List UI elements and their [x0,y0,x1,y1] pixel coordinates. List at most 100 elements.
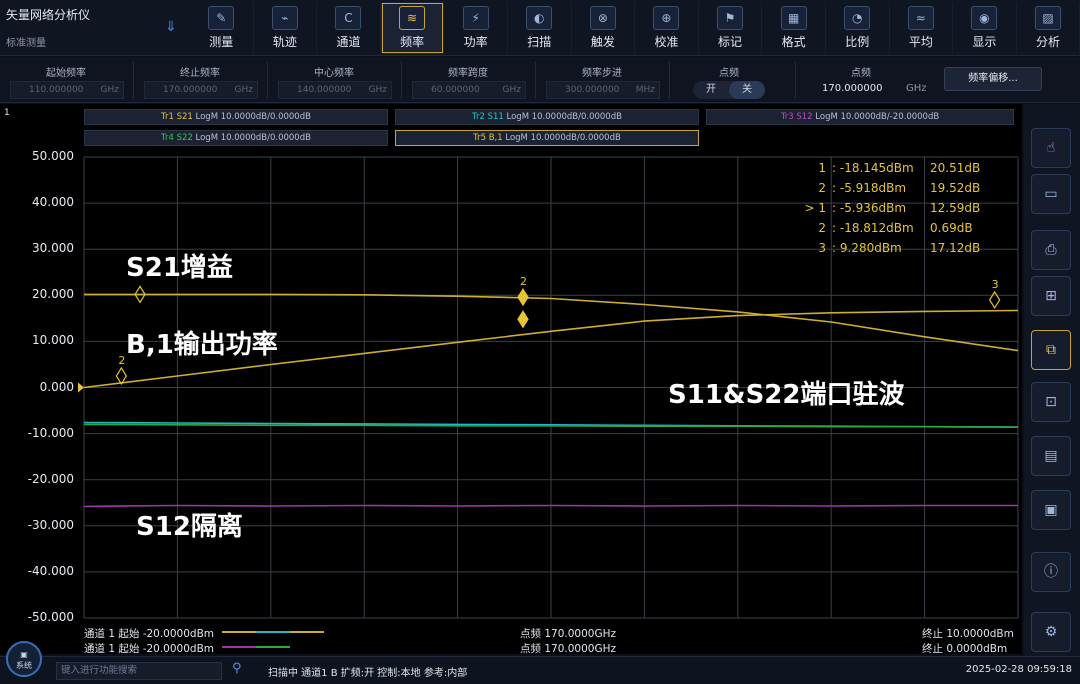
marker-db: 19.52dB [930,181,981,195]
y-tick-label: -40.000 [27,563,74,578]
toolbar-button-channel[interactable]: C 通道 [317,2,381,54]
function-search-input[interactable]: 键入进行功能搜索 [56,662,222,680]
cw-toggle[interactable]: 开 关 [693,81,765,99]
trace-tr4[interactable]: Tr4 S22 LogM 10.0000dB/0.0000dB [84,130,388,146]
trace-tr4-label: Tr4 S22 LogM 10.0000dB/0.0000dB [161,133,311,143]
start-freq-label: 起始频率 [46,68,86,79]
marker-flag-label: 2 [520,275,527,288]
window-index: 1 [4,108,10,118]
channel-row1-cw: 点频 170.0000GHz [520,628,616,640]
print-icon[interactable]: ⎙ [1031,230,1071,270]
datetime: 2025-02-28 09:59:18 [965,664,1072,675]
toolbar-button-label: 功率 [463,35,488,49]
trace-tr3[interactable]: Tr3 S12 LogM 10.0000dB/-20.0000dB [706,109,1014,125]
touch-icon[interactable]: ☝ [1031,128,1071,168]
parameter-bar: 起始频率 110.000000 GHz 终止频率 170.000000 GHz 中心… [0,57,1080,103]
marker-id: 3 [818,241,826,255]
marker-table: 1: -18.145dBm 20.51dB 2: -5.918dBm 19.52dB >… [800,158,990,258]
marker-diamond[interactable] [115,366,128,386]
toolbar-button-label: 通道 [336,35,361,49]
collapse-chevron-icon[interactable]: ⇓ [162,14,180,40]
channel-icon: C [335,6,362,30]
y-tick-label: 40.000 [32,195,74,210]
preset-icon[interactable]: ⊡ [1031,382,1071,422]
toolbar-button-analysis[interactable]: ▨ 分析 [1017,2,1080,54]
analysis-icon: ▨ [1035,6,1062,30]
stop-freq-unit: GHz [234,85,253,95]
center-freq-field[interactable]: 中心频率 140.000000 GHz [268,57,400,103]
channel-row2-start: 通道 1 起始 -20.0000dBm [84,643,214,655]
step-field[interactable]: 频率步进 300.000000 MHz [536,57,668,103]
toolbar-button-measure[interactable]: ✎ 测量 [190,2,254,54]
span-label: 频率跨度 [448,68,488,79]
center-freq-label: 中心频率 [314,68,354,79]
toolbar-button-label: 显示 [972,35,997,49]
cw-freq-field[interactable]: 点频 [796,57,926,103]
toolbar-button-average[interactable]: ≈ 平均 [890,2,954,54]
y-tick-label: 0.000 [39,379,74,394]
marker-db: 20.51dB [930,161,981,175]
legend-swatch-b1 [290,631,324,633]
config-icon[interactable]: ▣ [1031,490,1071,530]
toolbar-button-power[interactable]: ⚡ 功率 [444,2,508,54]
y-tick-label: -10.000 [27,425,74,440]
marker-value: : -5.936dBm [832,201,907,215]
y-tick-label: 10.000 [32,333,74,348]
marker-diamond[interactable] [517,288,529,307]
trace-tr2[interactable]: Tr2 S11 LogM 10.0000dB/0.0000dB [395,109,699,125]
stop-freq-field[interactable]: 终止频率 170.000000 GHz [134,57,266,103]
marker-icon: ⚑ [717,6,744,30]
marker-diamond[interactable] [988,290,1001,310]
marker-flag-label: 3 [992,278,999,291]
recall-icon[interactable]: ⧉ [1031,330,1071,370]
trace-tr1[interactable]: Tr1 S21 LogM 10.0000dB/0.0000dB [84,109,388,125]
step-value: 300.000000 [565,85,620,95]
toolbar-button-trace[interactable]: ⌁ 轨迹 [254,2,318,54]
span-field[interactable]: 频率跨度 60.000000 GHz [402,57,534,103]
toolbar-button-marker[interactable]: ⚑ 标记 [699,2,763,54]
toolbar-button-sweep[interactable]: ◐ 扫描 [508,2,572,54]
annotation-s11-s22: S11&S22端口驻波 [668,380,905,410]
toolbar-button-label: 校准 [654,35,679,49]
center-freq-unit: GHz [368,85,387,95]
save-icon[interactable]: ⊞ [1031,276,1071,316]
scpi-icon[interactable]: ▭ [1031,174,1071,214]
toolbar-button-display[interactable]: ◉ 显示 [953,2,1017,54]
marker-flag-label: 2 [118,354,125,367]
right-toolbar: ☝ ▭ ⎙ ⊞ ⧉ ⊡ ▤ ▣ ⓘ ⚙ [1024,104,1080,660]
status-text: 扫描中 通道1 B 扩频:开 控制:本地 参考:内部 [268,668,468,679]
toolbar-button-calibrate[interactable]: ⊕ 校准 [635,2,699,54]
start-freq-value: 110.000000 [29,85,84,95]
stop-freq-value: 170.000000 [163,85,218,95]
marker-row: 3: 9.280dBm 17.12dB [800,238,990,258]
y-tick-label: -50.000 [27,610,74,624]
cw-toggle-off[interactable]: 关 [729,81,765,99]
y-tick-label: -20.000 [27,471,74,486]
toolbar-button-scale[interactable]: ◔ 比例 [826,2,890,54]
cw-toggle-on[interactable]: 开 [693,81,729,99]
system-button[interactable]: ▣ 系统 [6,641,42,677]
menu-toolbar: ✎ 测量 ⌁ 轨迹 C 通道 ≋ 频率 ⚡ 功率 ◐ 扫描 ⊗ 触发 ⊕ 校准 ⚑ 标记 ▦ 格式 ◔ 比例 ≈ 平均 ◉ 显示 ▨… [190,2,1080,54]
settings-icon[interactable]: ⚙ [1031,612,1071,652]
marker-value: : 9.280dBm [832,241,902,255]
display-icon: ◉ [971,6,998,30]
freq-offset-button[interactable]: 频率偏移... [944,67,1042,91]
span-value: 60.000000 [431,85,480,95]
cw-freq-unit: GHz [906,83,927,94]
start-freq-unit: GHz [100,85,119,95]
annotation-s12: S12隔离 [136,512,243,542]
marker-value: : -18.145dBm [832,161,914,175]
toolbar-button-trigger[interactable]: ⊗ 触发 [572,2,636,54]
start-freq-field[interactable]: 起始频率 110.000000 GHz [0,57,132,103]
marker-diamond[interactable] [517,310,529,329]
file-icon[interactable]: ▤ [1031,436,1071,476]
frequency-icon: ≋ [399,6,426,30]
marker-id: 2 [818,221,826,235]
toolbar-button-format[interactable]: ▦ 格式 [762,2,826,54]
system-label: 系统 [16,661,32,670]
toolbar-button-frequency[interactable]: ≋ 频率 [380,2,445,54]
search-icon[interactable]: ⚲ [232,661,242,676]
info-icon[interactable]: ⓘ [1031,552,1071,592]
legend-swatch-s22 [256,646,290,648]
trace-tr5[interactable]: Tr5 B,1 LogM 10.0000dB/0.0000dB [395,130,699,146]
